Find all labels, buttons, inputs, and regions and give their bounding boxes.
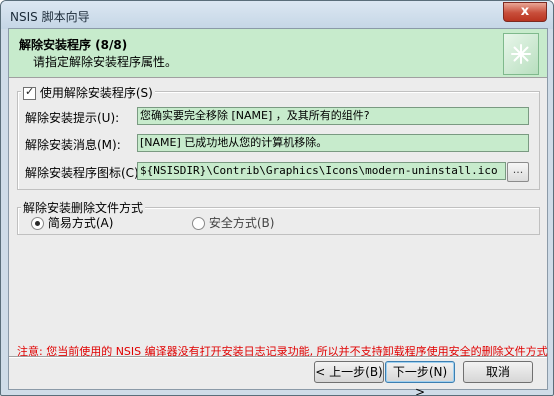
back-button[interactable]: < 上一步(B) (314, 361, 384, 383)
wizard-sparkle-icon (503, 33, 539, 75)
title-bar[interactable]: NSIS 脚本向导 x (1, 1, 553, 29)
radio-safe-label: 安全方式(B) (208, 216, 275, 230)
radio-unselected-icon (192, 217, 205, 230)
next-button[interactable]: 下一步(N) > (385, 361, 455, 395)
uninstall-message-field[interactable]: [NAME] 已成功地从您的计算机移除。 (137, 134, 529, 152)
close-button[interactable]: x (503, 2, 547, 22)
cancel-button[interactable]: 取消 (463, 361, 533, 383)
uninstall-icon-field[interactable]: ${NSISDIR}\Contrib\Graphics\Icons\modern… (137, 162, 506, 180)
uninstall-prompt-field[interactable]: 您确实要完全移除 [NAME] ，及其所有的组件? (137, 107, 529, 125)
footer-divider (9, 356, 547, 358)
page-subtitle: 请指定解除安装程序属性。 (33, 55, 178, 69)
radio-safe-mode[interactable]: 安全方式(B) (192, 214, 274, 231)
checkbox-checked-icon: ✓ (23, 85, 36, 100)
uninstall-icon-label: 解除安装程序图标(C): (25, 166, 143, 180)
radio-selected-icon (31, 217, 44, 230)
uninstall-message-label: 解除安装消息(M): (25, 138, 121, 152)
browse-icon-button[interactable]: ... (507, 162, 529, 182)
page-title: 解除安装程序 (8/8) (19, 38, 128, 52)
wizard-client-area: 解除安装程序 (8/8) 请指定解除安装程序属性。 ✓ 使用解除安装程序(S) … (8, 28, 548, 395)
enable-uninstaller-label: 使用解除安装程序(S) (39, 86, 153, 100)
radio-simple-mode[interactable]: 简易方式(A) (31, 214, 113, 231)
radio-simple-label: 简易方式(A) (47, 216, 114, 230)
uninstall-prompt-label: 解除安装提示(U): (25, 111, 120, 125)
wizard-header: 解除安装程序 (8/8) 请指定解除安装程序属性。 (9, 29, 547, 78)
enable-uninstaller-checkbox[interactable]: ✓ 使用解除安装程序(S) (21, 84, 155, 101)
window-title: NSIS 脚本向导 (10, 10, 90, 24)
wizard-window: NSIS 脚本向导 x 解除安装程序 (8/8) 请指定解除安装程序属性。 ✓ (0, 0, 554, 396)
